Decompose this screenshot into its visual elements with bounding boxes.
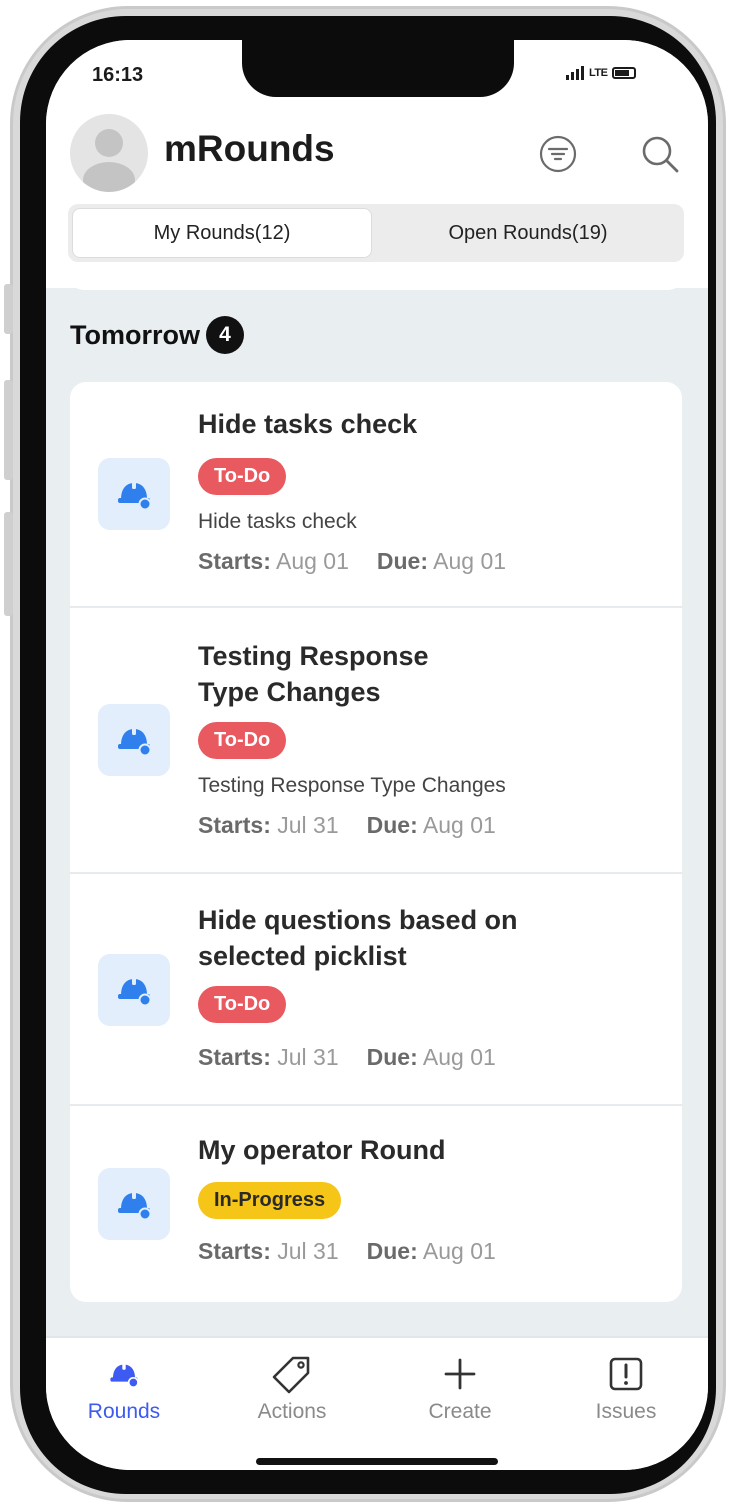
hard-hat-icon (102, 1352, 146, 1396)
nav-actions[interactable]: Actions (222, 1352, 362, 1424)
tab-open-rounds[interactable]: Open Rounds(19) (376, 208, 680, 258)
hard-hat-icon (98, 704, 170, 776)
phone-volume-up (4, 380, 13, 480)
due-date: Aug 01 (422, 1044, 496, 1070)
app-title: mRounds (164, 128, 335, 169)
round-dates: Starts: Jul 31 Due: Aug 01 (198, 812, 496, 839)
nav-label: Create (428, 1400, 492, 1423)
round-dates: Starts: Jul 31 Due: Aug 01 (198, 1238, 496, 1265)
round-title: Hide tasks check (198, 409, 418, 439)
start-date: Jul 31 (277, 812, 339, 838)
status-badge: To-Do (198, 722, 287, 759)
plus-icon (438, 1352, 482, 1396)
due-label: Due: (366, 812, 418, 838)
app-screen: 16:13 LTE mRounds My Rounds(12) Open Rou… (46, 40, 708, 1470)
start-date: Aug 01 (275, 548, 349, 574)
round-dates: Starts: Jul 31 Due: Aug 01 (198, 1044, 496, 1071)
starts-label: Starts: (198, 1044, 271, 1070)
section-header: Tomorrow 4 (70, 316, 244, 354)
starts-label: Starts: (198, 548, 271, 574)
hard-hat-icon (98, 954, 170, 1026)
due-date: Aug 01 (422, 1238, 496, 1264)
starts-label: Starts: (198, 812, 271, 838)
nav-label: Rounds (87, 1400, 161, 1423)
due-label: Due: (366, 1238, 418, 1264)
status-badge: To-Do (198, 458, 287, 495)
round-title: Hide questions based on selected picklis… (198, 905, 518, 971)
battery-icon (612, 67, 637, 79)
bottom-nav: Rounds Actions Create Issues (46, 1336, 708, 1470)
phone-mute-switch (4, 284, 13, 334)
signal-icon (566, 66, 584, 80)
status-badge: In-Progress (198, 1182, 342, 1219)
nav-issues[interactable]: Issues (556, 1352, 696, 1424)
status-time: 16:13 (92, 64, 144, 86)
tab-my-rounds[interactable]: My Rounds(12) (72, 208, 372, 258)
section-count-badge: 4 (206, 316, 244, 354)
round-card[interactable]: Hide questions based on selected picklis… (70, 874, 682, 1106)
rounds-list: Hide tasks check To-Do Hide tasks check … (70, 382, 682, 1302)
home-indicator[interactable] (256, 1458, 498, 1465)
alert-square-icon (604, 1352, 648, 1396)
round-card[interactable]: My operator Round In-Progress Starts: Ju… (70, 1106, 682, 1302)
search-icon[interactable] (638, 132, 682, 176)
round-description: Hide tasks check (198, 510, 357, 533)
status-badge: To-Do (198, 986, 287, 1023)
status-indicators: LTE (566, 66, 637, 80)
round-card[interactable]: Hide tasks check To-Do Hide tasks check … (70, 382, 682, 608)
nav-create[interactable]: Create (390, 1352, 530, 1424)
round-card[interactable]: Testing Response Type Changes To-Do Test… (70, 608, 682, 874)
starts-label: Starts: (198, 1238, 271, 1264)
round-title: My operator Round (198, 1135, 446, 1165)
start-date: Jul 31 (277, 1044, 339, 1070)
round-description: Testing Response Type Changes (198, 774, 506, 797)
due-label: Due: (376, 548, 429, 574)
hard-hat-icon (98, 458, 170, 530)
nav-rounds[interactable]: Rounds (54, 1352, 194, 1424)
round-dates: Starts: Aug 01 Due: Aug 01 (198, 548, 506, 575)
user-avatar-icon[interactable] (70, 114, 148, 192)
start-date: Jul 31 (277, 1238, 339, 1264)
nav-label: Issues (595, 1400, 657, 1423)
nav-label: Actions (257, 1400, 327, 1423)
phone-volume-down (4, 512, 13, 616)
rounds-tab-bar: My Rounds(12) Open Rounds(19) (68, 204, 684, 262)
due-date: Aug 01 (433, 548, 507, 574)
due-date: Aug 01 (422, 812, 496, 838)
tag-icon (270, 1352, 314, 1396)
phone-notch (242, 40, 514, 97)
previous-card-edge (68, 268, 684, 290)
filter-icon[interactable] (538, 134, 578, 174)
hard-hat-icon (98, 1168, 170, 1240)
round-title: Testing Response Type Changes (198, 641, 429, 707)
section-title: Tomorrow (70, 319, 200, 350)
due-label: Due: (366, 1044, 418, 1070)
network-type: LTE (589, 67, 608, 79)
